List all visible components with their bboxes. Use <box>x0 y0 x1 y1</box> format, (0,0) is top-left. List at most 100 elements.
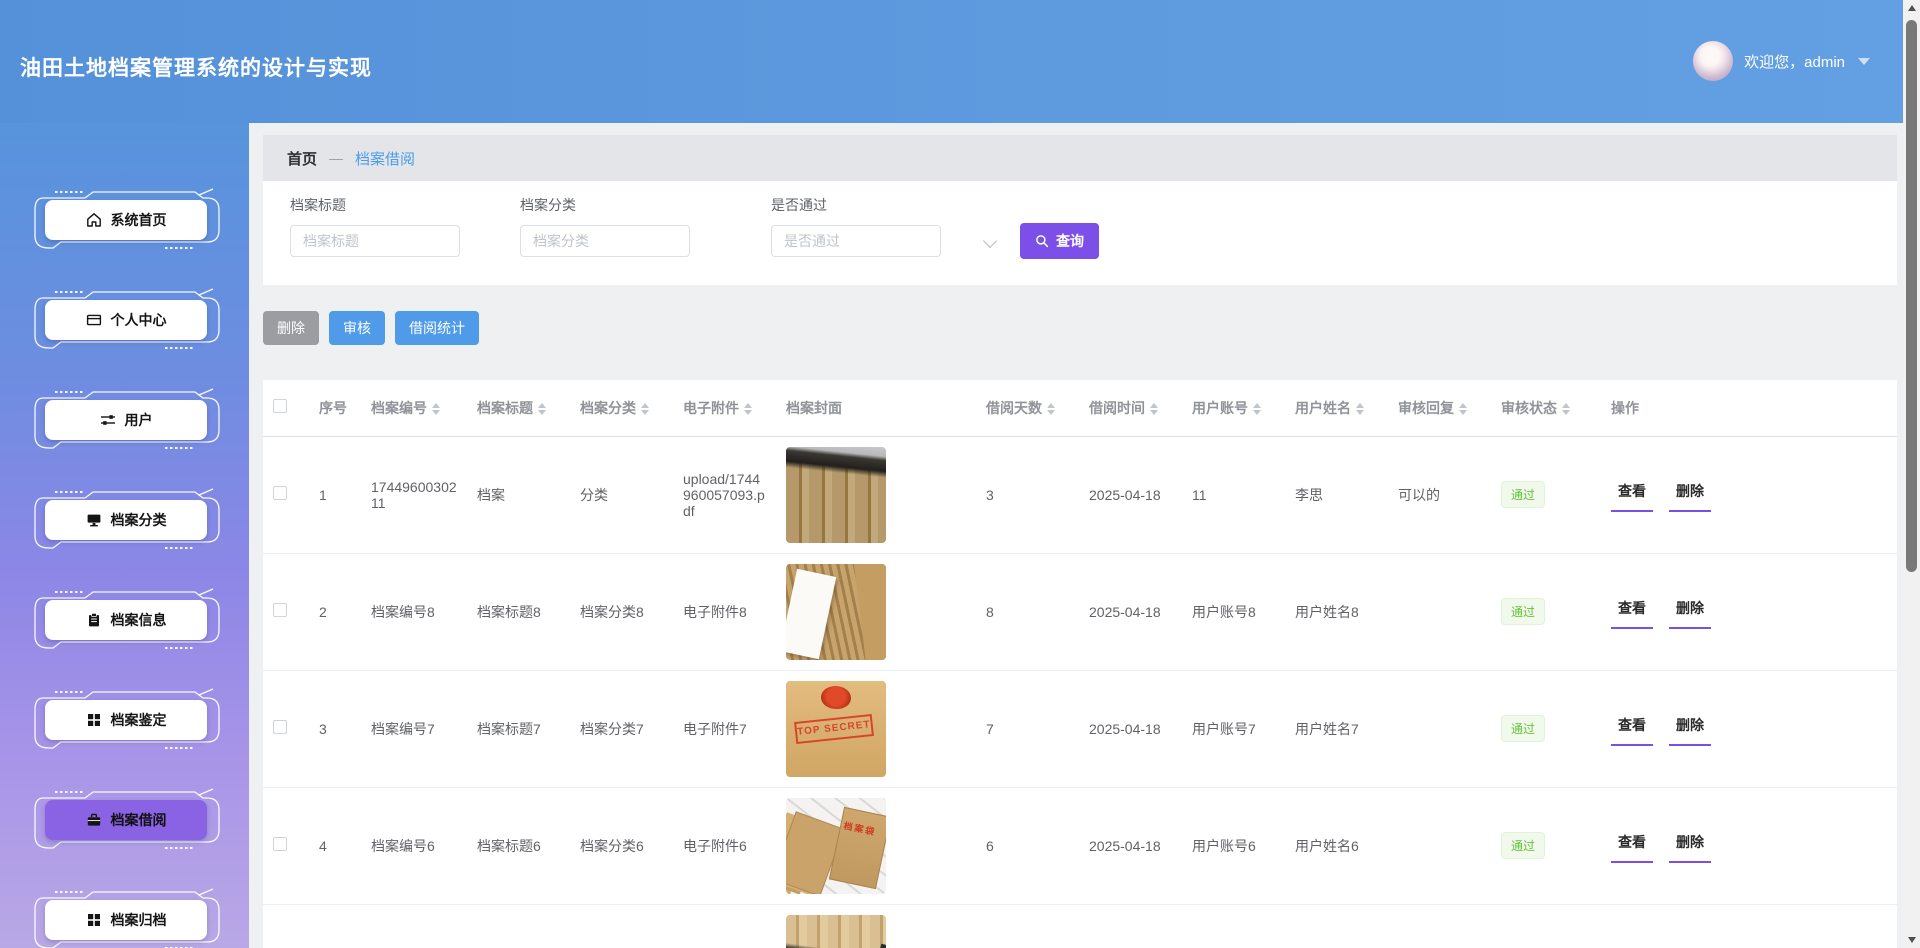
sidebar-item-pill[interactable]: 档案分类 <box>45 500 207 540</box>
column-header-name[interactable]: 用户姓名 <box>1285 380 1388 437</box>
sidebar-item-pill[interactable]: 档案鉴定 <box>45 700 207 740</box>
column-header-no[interactable]: 档案编号 <box>361 380 467 437</box>
column-header-account[interactable]: 用户账号 <box>1182 380 1285 437</box>
sidebar-item-user[interactable]: 用户 <box>25 388 225 452</box>
breadcrumb-current[interactable]: 档案借阅 <box>355 148 415 169</box>
view-button[interactable]: 查看 <box>1611 594 1653 629</box>
column-header-reply[interactable]: 审核回复 <box>1388 380 1491 437</box>
breadcrumb-home[interactable]: 首页 <box>287 148 317 169</box>
sidebar-item-archive-info[interactable]: 档案信息 <box>25 588 225 652</box>
column-label: 审核回复 <box>1398 399 1454 416</box>
select-all-checkbox[interactable] <box>273 399 287 414</box>
sidebar-item-archive-borrow[interactable]: 档案借阅 <box>25 788 225 852</box>
sort-icon[interactable] <box>1047 403 1055 416</box>
row-checkbox[interactable] <box>273 486 287 500</box>
column-header-select[interactable] <box>263 380 309 437</box>
row-delete-button[interactable]: 删除 <box>1669 828 1711 863</box>
audit-button[interactable]: 审核 <box>329 311 385 345</box>
sidebar-item-label: 档案借阅 <box>110 812 167 828</box>
sort-icon[interactable] <box>432 403 440 416</box>
view-button[interactable]: 查看 <box>1611 828 1653 863</box>
row-checkbox[interactable] <box>273 837 287 851</box>
sort-icon[interactable] <box>1356 403 1364 416</box>
main-content: 首页 — 档案借阅 档案标题 档案分类 是否通过 是否通过 查询 删除 审核 借… <box>249 123 1903 948</box>
column-label: 借阅时间 <box>1089 399 1145 416</box>
sidebar-item-label: 系统首页 <box>110 212 167 228</box>
cell-name: 用户姓名7 <box>1285 670 1388 788</box>
row-delete-button[interactable]: 删除 <box>1669 594 1711 629</box>
pass-status-select[interactable]: 是否通过 <box>771 225 941 257</box>
column-header-days[interactable]: 借阅天数 <box>976 380 1079 437</box>
grid-icon <box>86 912 102 928</box>
sidebar-item-pill[interactable]: 用户 <box>45 400 207 440</box>
sliders-icon <box>100 412 116 428</box>
sidebar-item-label: 档案鉴定 <box>110 712 167 728</box>
cell-status: 通过 <box>1491 670 1601 788</box>
sidebar-item-home[interactable]: 系统首页 <box>25 188 225 252</box>
cell-index: 1 <box>309 436 361 554</box>
sidebar-item-pill[interactable]: 系统首页 <box>45 200 207 240</box>
sidebar-item-archive-category[interactable]: 档案分类 <box>25 488 225 552</box>
sidebar-item-profile[interactable]: 个人中心 <box>25 288 225 352</box>
delete-button[interactable]: 删除 <box>263 311 319 345</box>
row-delete-button[interactable]: 删除 <box>1669 477 1711 512</box>
view-button[interactable]: 查看 <box>1611 477 1653 512</box>
monitor-icon <box>86 512 102 528</box>
sort-icon[interactable] <box>641 403 649 416</box>
sidebar-item-archive-filing[interactable]: 档案归档 <box>25 888 225 948</box>
cell-name: 用户姓名5 <box>1285 904 1388 948</box>
sort-icon[interactable] <box>538 403 546 416</box>
table-panel: 序号 档案编号 档案标题 档案分类 电子附件 档案封面 借阅天数 借阅时间 用户账号 用户姓名 审核… <box>263 380 1897 948</box>
sort-icon[interactable] <box>1459 403 1467 416</box>
scrollbar-thumb[interactable] <box>1906 20 1917 572</box>
cell-days: 7 <box>976 670 1079 788</box>
search-button[interactable]: 查询 <box>1020 223 1099 259</box>
sidebar-item-label: 档案分类 <box>110 512 167 528</box>
cell-select <box>263 436 309 554</box>
vertical-scrollbar[interactable] <box>1903 0 1920 948</box>
cell-attachment: 电子附件7 <box>673 670 776 788</box>
table-row: 5档案编号5档案标题5档案分类5电子附件552025-04-18用户账号5用户姓… <box>263 904 1897 948</box>
cell-title: 档案标题7 <box>467 670 570 788</box>
scroll-down-button[interactable] <box>1903 932 1920 948</box>
row-delete-button[interactable]: 删除 <box>1669 711 1711 746</box>
select-chevron-down-icon[interactable] <box>982 233 998 249</box>
view-button[interactable]: 查看 <box>1611 711 1653 746</box>
sort-icon[interactable] <box>1253 403 1261 416</box>
sort-icon[interactable] <box>1562 403 1570 416</box>
avatar[interactable] <box>1693 41 1734 81</box>
archive-title-input[interactable] <box>290 225 460 257</box>
cell-days: 8 <box>976 553 1079 671</box>
sidebar-item-pill[interactable]: 档案借阅 <box>45 800 207 840</box>
column-label: 借阅天数 <box>986 399 1042 416</box>
cell-index: 5 <box>309 904 361 948</box>
cell-account: 用户账号5 <box>1182 904 1285 948</box>
column-header-attachment[interactable]: 电子附件 <box>673 380 776 437</box>
archive-cover-image <box>786 446 886 543</box>
column-label: 电子附件 <box>683 399 739 416</box>
sidebar-item-pill[interactable]: 个人中心 <box>45 300 207 340</box>
chevron-down-icon[interactable] <box>1858 57 1870 65</box>
column-header-cover: 档案封面 <box>776 380 976 437</box>
cell-time: 2025-04-18 <box>1079 904 1182 948</box>
user-block[interactable]: 欢迎您，admin <box>1693 41 1870 81</box>
sidebar-item-archive-appraisal[interactable]: 档案鉴定 <box>25 688 225 752</box>
column-header-title[interactable]: 档案标题 <box>467 380 570 437</box>
sidebar-item-pill[interactable]: 档案信息 <box>45 600 207 640</box>
sort-icon[interactable] <box>1150 403 1158 416</box>
row-checkbox[interactable] <box>273 720 287 734</box>
archive-category-input[interactable] <box>520 225 690 257</box>
sort-icon[interactable] <box>744 403 752 416</box>
column-header-status[interactable]: 审核状态 <box>1491 380 1601 437</box>
column-header-category[interactable]: 档案分类 <box>570 380 673 437</box>
borrow-stats-button[interactable]: 借阅统计 <box>395 311 479 345</box>
sidebar-item-label: 用户 <box>124 412 153 428</box>
archive-title-label: 档案标题 <box>290 197 346 213</box>
cell-select <box>263 553 309 671</box>
column-header-time[interactable]: 借阅时间 <box>1079 380 1182 437</box>
app-header: 油田土地档案管理系统的设计与实现 欢迎您，admin <box>0 0 1920 123</box>
sidebar-item-pill[interactable]: 档案归档 <box>45 900 207 940</box>
column-label: 审核状态 <box>1501 399 1557 416</box>
scroll-up-button[interactable] <box>1903 0 1920 16</box>
row-checkbox[interactable] <box>273 603 287 617</box>
